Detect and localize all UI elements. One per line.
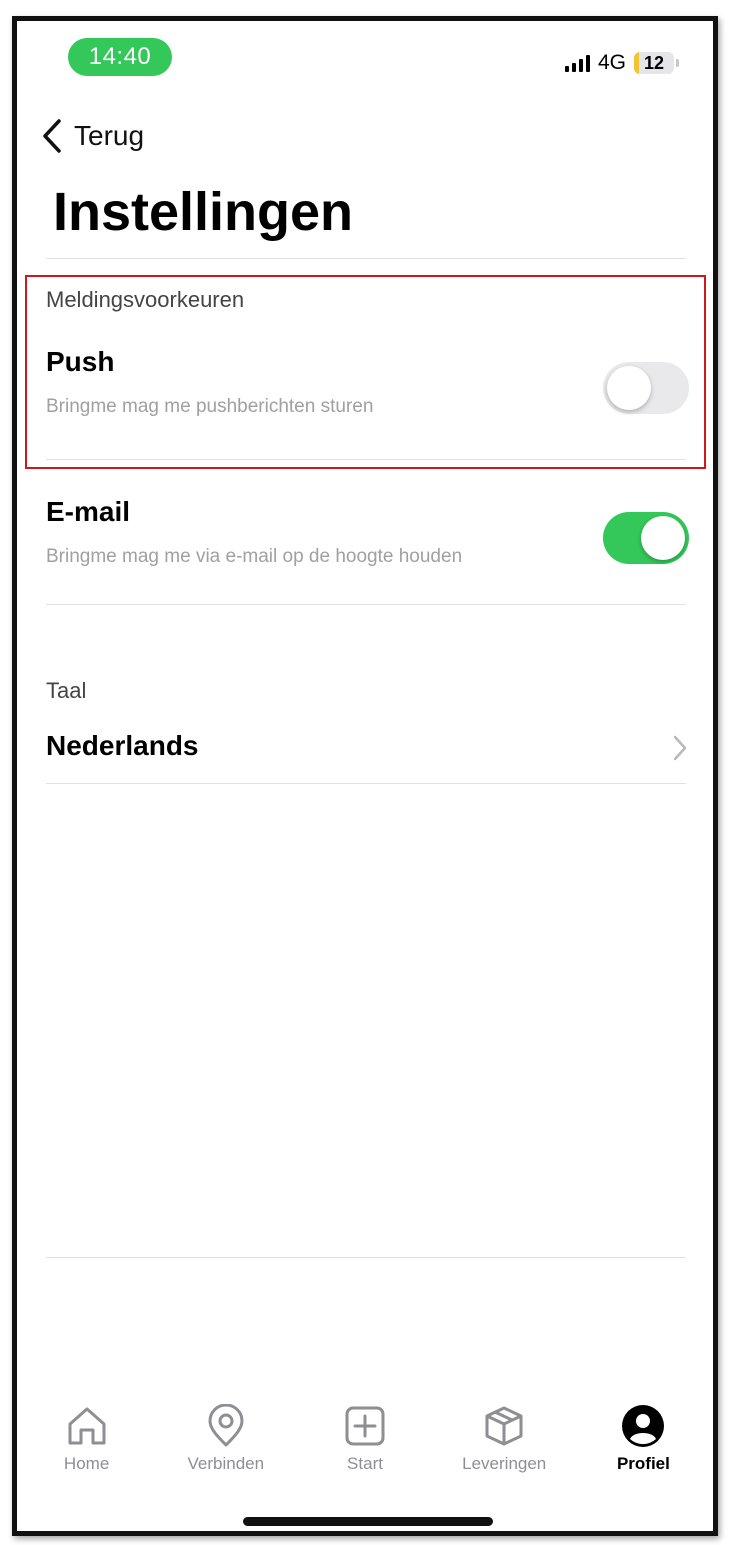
tab-label: Start (347, 1454, 383, 1473)
battery-tip (676, 59, 679, 67)
tab-start[interactable]: Start (295, 1404, 434, 1484)
section-label-language: Taal (46, 678, 87, 703)
package-icon (485, 1406, 523, 1446)
tab-bar: Home Verbinden Start Leveringen Profiel (17, 1404, 713, 1484)
push-subtitle: Bringme mag me pushberichten sturen (46, 396, 374, 417)
push-title: Push (46, 346, 115, 377)
tab-label: Profiel (616, 1454, 670, 1473)
tab-leveringen[interactable]: Leveringen (435, 1404, 574, 1484)
page-title: Instellingen (53, 182, 354, 242)
toggle-knob (641, 516, 685, 560)
status-indicators: 4G 12 (564, 51, 679, 75)
tab-verbinden[interactable]: Verbinden (156, 1404, 295, 1484)
push-toggle[interactable] (603, 362, 689, 414)
home-indicator[interactable] (243, 1517, 493, 1526)
profile-icon (622, 1405, 665, 1447)
back-button[interactable]: Terug (42, 119, 144, 153)
divider (46, 783, 686, 784)
divider (46, 604, 686, 605)
chevron-left-icon (43, 119, 61, 153)
email-subtitle: Bringme mag me via e-mail op de hoogte h… (46, 546, 463, 567)
divider (46, 258, 686, 259)
phone-screen: 14:40 4G 12 Terug Instellingen Meldingsv… (12, 16, 718, 1536)
plus-square-icon (345, 1406, 385, 1446)
tab-label: Leveringen (462, 1454, 547, 1473)
location-pin-icon (208, 1404, 244, 1447)
tab-label: Home (63, 1454, 110, 1473)
divider (46, 459, 686, 460)
email-title: E-mail (46, 496, 131, 527)
status-time: 14:40 (68, 38, 172, 76)
home-icon (68, 1407, 106, 1445)
tab-home[interactable]: Home (17, 1404, 156, 1484)
divider (46, 1257, 686, 1258)
cellular-signal-icon (564, 54, 590, 72)
section-label-notifications: Meldingsvoorkeuren (46, 287, 245, 312)
tab-profiel[interactable]: Profiel (574, 1404, 713, 1484)
toggle-knob (607, 366, 651, 410)
tab-label: Verbinden (187, 1454, 265, 1473)
battery-icon: 12 (634, 52, 674, 74)
chevron-right-icon[interactable] (673, 735, 687, 761)
language-value[interactable]: Nederlands (46, 730, 199, 762)
back-label: Terug (74, 120, 145, 151)
email-toggle[interactable] (603, 512, 689, 564)
network-type: 4G (597, 51, 626, 74)
battery-level: 12 (643, 53, 665, 73)
